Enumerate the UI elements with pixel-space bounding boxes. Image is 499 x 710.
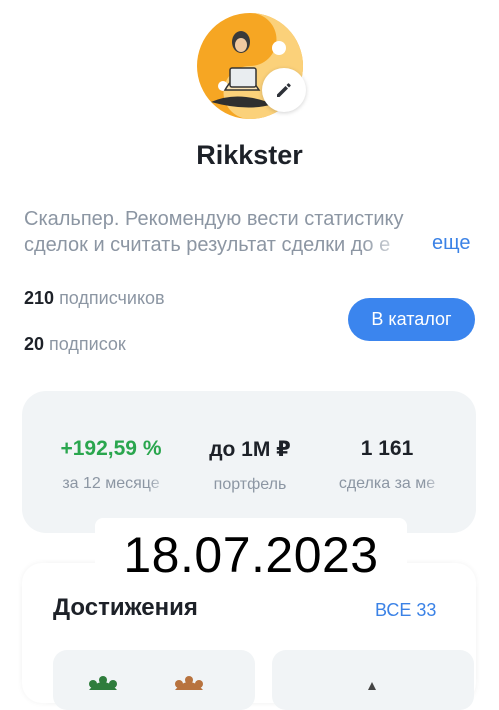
stat-portfolio-value: до 1М ₽ [209,438,291,461]
stat-trades-value: 1 161 [360,437,414,460]
following-count: 20 [24,334,45,354]
stats-card: +192,59 % за 12 месяце до 1М ₽ портфель … [22,391,476,533]
achievements-all-link[interactable]: ВСЕ 33 [375,600,436,621]
pencil-icon [277,83,291,97]
followers-count: 210 [24,288,55,308]
following[interactable]: 20 подписок [24,334,126,355]
stat-portfolio-label: портфель [213,476,287,493]
stat-trades-label: сделка за ме [328,475,446,493]
stat-return-label: за 12 месяце [52,475,170,493]
bio-fade [360,232,430,258]
bio-more-link[interactable]: еще [432,232,470,255]
laurel-badge-icon [89,676,203,690]
achievement-item[interactable] [53,650,255,710]
profile-name: Rikkster [196,140,303,170]
following-label: подписок [49,334,126,354]
edit-avatar-button[interactable] [262,68,306,112]
date-overlay: 18.07.2023 [95,518,407,592]
achievement-item[interactable] [272,650,474,710]
stat-return-value: +192,59 % [60,437,162,460]
followers[interactable]: 210 подписчиков [24,288,165,309]
followers-label: подписчиков [59,288,165,308]
stat-return[interactable]: +192,59 % за 12 месяце [52,437,170,493]
badge-icon [368,682,376,690]
achievements-title: Достижения [53,594,198,621]
catalog-button[interactable]: В каталог [348,298,475,341]
stat-trades[interactable]: 1 161 сделка за ме [328,437,446,493]
stat-portfolio[interactable]: до 1М ₽ портфель [200,437,300,494]
